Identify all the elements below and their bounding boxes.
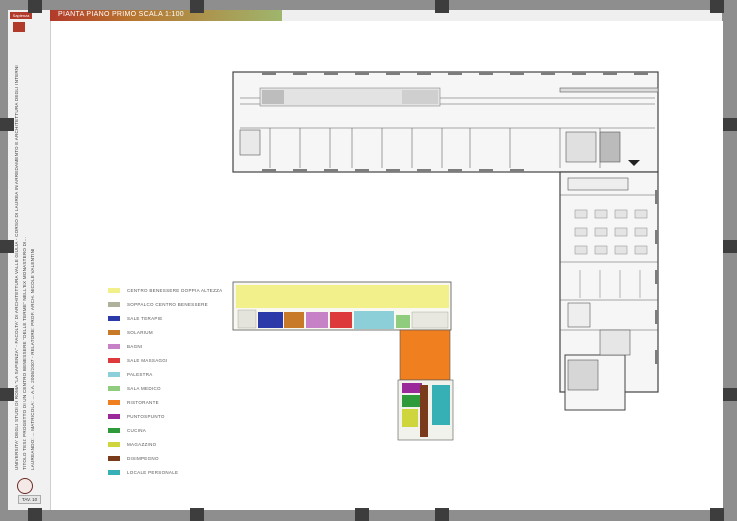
legend-label: PALESTRA xyxy=(127,371,153,377)
legend-swatch xyxy=(108,427,120,433)
legend-label: SOPPALCO CENTRO BENESSERE xyxy=(127,301,208,307)
legend-label: MAGAZZINO xyxy=(127,441,157,447)
legend-item: SALA MEDICO xyxy=(108,381,223,395)
legend-swatch xyxy=(108,469,120,475)
legend: CENTRO BENESSERE DOPPIA ALTEZZA SOPPALCO… xyxy=(108,283,223,479)
legend-swatch xyxy=(108,413,120,419)
legend-item: CUCINA xyxy=(108,423,223,437)
legend-label: LOCALE PERSONALE xyxy=(127,469,179,475)
legend-label: SALE TERAPIE xyxy=(127,315,163,321)
legend-label: SOLARIUM xyxy=(127,329,153,335)
legend-item: SALE TERAPIE xyxy=(108,311,223,325)
legend-swatch xyxy=(108,399,120,405)
legend-label: PUNTOSPUNTO xyxy=(127,413,165,419)
legend-item: DISIMPEGNO xyxy=(108,451,223,465)
legend-swatch xyxy=(108,371,120,377)
legend-swatch xyxy=(108,357,120,363)
legend-item: SALE MASSAGGI xyxy=(108,353,223,367)
legend-label: DISIMPEGNO xyxy=(127,455,159,461)
legend-swatch xyxy=(108,343,120,349)
legend-label: SALE MASSAGGI xyxy=(127,357,168,363)
legend-item: MAGAZZINO xyxy=(108,437,223,451)
legend-swatch xyxy=(108,315,120,321)
legend-item: SOPPALCO CENTRO BENESSERE xyxy=(108,297,223,311)
legend-item: PUNTOSPUNTO xyxy=(108,409,223,423)
legend-item: RISTORANTE xyxy=(108,395,223,409)
legend-swatch xyxy=(108,329,120,335)
legend-item: BAGNI xyxy=(108,339,223,353)
legend-item: SOLARIUM xyxy=(108,325,223,339)
legend-swatch xyxy=(108,385,120,391)
legend-label: CENTRO BENESSERE DOPPIA ALTEZZA xyxy=(127,287,223,293)
legend-swatch xyxy=(108,455,120,461)
legend-item: CENTRO BENESSERE DOPPIA ALTEZZA xyxy=(108,283,223,297)
legend-label: BAGNI xyxy=(127,343,143,349)
legend-label: SALA MEDICO xyxy=(127,385,161,391)
legend-swatch xyxy=(108,441,120,447)
legend-label: RISTORANTE xyxy=(127,399,159,405)
key-plan xyxy=(232,281,454,441)
legend-item: LOCALE PERSONALE xyxy=(108,465,223,479)
legend-swatch xyxy=(108,301,120,307)
legend-label: CUCINA xyxy=(127,427,147,433)
legend-item: PALESTRA xyxy=(108,367,223,381)
legend-swatch xyxy=(108,287,120,293)
